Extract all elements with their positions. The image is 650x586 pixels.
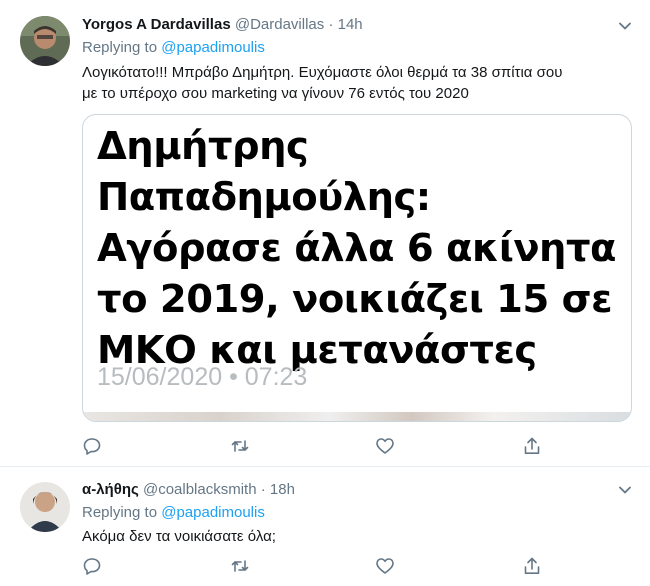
tweet[interactable]: α-λήθης @coalblacksmith · 18h Replying t… xyxy=(0,466,650,586)
retweet-icon[interactable] xyxy=(230,436,250,456)
mention-link[interactable]: @papadimoulis xyxy=(161,504,265,521)
timestamp[interactable]: 18h xyxy=(270,481,295,498)
display-name[interactable]: Yorgos A Dardavillas xyxy=(82,16,231,33)
display-name[interactable]: α-λήθης xyxy=(82,481,139,498)
like-icon[interactable] xyxy=(375,556,395,576)
mention-link[interactable]: @papadimoulis xyxy=(161,39,265,56)
card-image-strip xyxy=(83,412,631,421)
replying-label: Replying to xyxy=(82,504,158,521)
tweet-text: Λογικότατο!!! Μπράβο Δημήτρη. Ευχόμαστε … xyxy=(82,62,562,104)
tweet-text: Ακόμα δεν τα νοικιάσατε όλα; xyxy=(82,528,276,545)
handle[interactable]: @Dardavillas xyxy=(235,16,324,33)
chevron-down-icon[interactable] xyxy=(616,481,634,499)
tweet-header: α-λήθης @coalblacksmith · 18h xyxy=(82,480,295,500)
replying-to: Replying to @papadimoulis xyxy=(82,503,265,523)
timestamp[interactable]: 14h xyxy=(338,16,363,33)
share-icon[interactable] xyxy=(522,556,542,576)
share-icon[interactable] xyxy=(522,436,542,456)
avatar[interactable] xyxy=(20,16,70,66)
reply-icon[interactable] xyxy=(82,436,102,456)
replying-to: Replying to @papadimoulis xyxy=(82,38,265,58)
tweet-actions xyxy=(82,436,552,456)
card-headline: Δημήτρης Παπαδημούλης: Αγόρασε άλλα 6 ακ… xyxy=(97,124,616,373)
handle[interactable]: @coalblacksmith xyxy=(143,481,257,498)
tweet-header: Yorgos A Dardavillas @Dardavillas · 14h xyxy=(82,15,363,35)
link-card[interactable]: Δημήτρης Παπαδημούλης: Αγόρασε άλλα 6 ακ… xyxy=(82,114,632,422)
separator: · xyxy=(328,16,334,33)
tweet[interactable]: Yorgos A Dardavillas @Dardavillas · 14h … xyxy=(0,0,650,467)
tweet-actions xyxy=(82,556,552,576)
avatar[interactable] xyxy=(20,482,70,532)
tweet-text-line: Λογικότατο!!! Μπράβο Δημήτρη. Ευχόμαστε … xyxy=(82,64,563,81)
replying-label: Replying to xyxy=(82,39,158,56)
tweet-text-line: με το υπέροχο σου marketing να γίνουν 76… xyxy=(82,85,469,102)
retweet-icon[interactable] xyxy=(230,556,250,576)
like-icon[interactable] xyxy=(375,436,395,456)
separator: · xyxy=(260,481,266,498)
chevron-down-icon[interactable] xyxy=(616,17,634,35)
reply-icon[interactable] xyxy=(82,556,102,576)
card-date: 15/06/2020 • 07:23 xyxy=(97,363,308,391)
